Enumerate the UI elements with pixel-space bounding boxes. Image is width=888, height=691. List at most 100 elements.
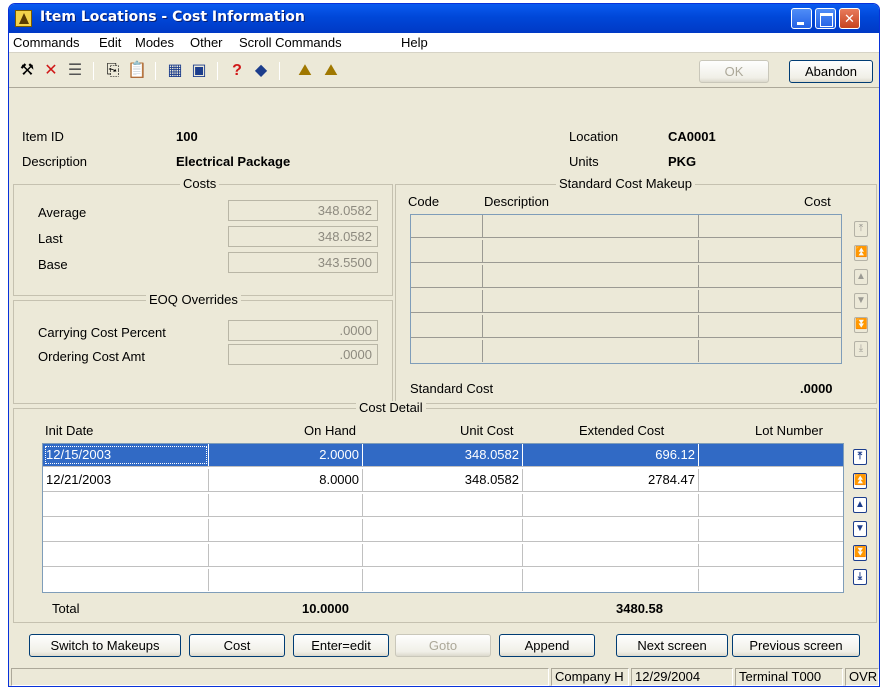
line-down-icon[interactable]: ▼ <box>854 293 868 309</box>
page-up-icon[interactable]: ⏫ <box>853 473 867 489</box>
extended-cost-cell[interactable]: 696.12 <box>523 444 699 466</box>
total-label: Total <box>52 601 80 616</box>
calculator-icon[interactable]: ▦ <box>165 61 185 81</box>
copy-icon[interactable]: ⎘ <box>103 61 123 81</box>
eoq-overrides-group: EOQ Overrides Carrying Cost Percent .000… <box>13 293 393 404</box>
table-row[interactable] <box>411 240 841 263</box>
wizard-icon[interactable]: ⛰ <box>295 61 315 81</box>
menu-commands[interactable]: Commands <box>13 35 79 50</box>
average-field[interactable]: 348.0582 <box>228 200 378 221</box>
code-column-header: Code <box>408 194 440 209</box>
table-row[interactable]: 12/21/2003 8.0000 348.0582 2784.47 <box>43 469 843 492</box>
app-icon[interactable] <box>15 10 32 27</box>
on-hand-cell[interactable]: 2.0000 <box>209 444 363 466</box>
lot-number-cell[interactable] <box>699 444 843 466</box>
table-row[interactable] <box>43 519 843 542</box>
cost-detail-title: Cost Detail <box>356 401 426 415</box>
menu-edit[interactable]: Edit <box>99 35 121 50</box>
book-icon[interactable]: ◆ <box>251 61 271 81</box>
scroll-top-icon[interactable]: ⤒ <box>854 221 868 237</box>
toolbar: ⚒ ✕ ☰ ⎘ 📋 ▦ ▣ ? ◆ ⛰ ⛰ OK Abandon <box>9 54 879 88</box>
table-row[interactable] <box>43 494 843 517</box>
toolbar-separator <box>217 62 218 80</box>
carrying-cost-field[interactable]: .0000 <box>228 320 378 341</box>
table-row[interactable] <box>411 215 841 238</box>
scroll-bottom-icon[interactable]: ⤓ <box>853 569 867 585</box>
carrying-cost-label: Carrying Cost Percent <box>38 325 166 340</box>
ordering-cost-label: Ordering Cost Amt <box>38 349 145 364</box>
description-label: Description <box>22 154 88 169</box>
init-date-cell[interactable]: 12/15/2003 <box>43 444 209 466</box>
switch-to-makeups-button[interactable]: Switch to Makeups <box>29 634 181 657</box>
status-bar: Company H 12/29/2004 Terminal T000 OVR <box>9 666 879 686</box>
line-up-icon[interactable]: ▲ <box>853 497 867 513</box>
standard-cost-label: Standard Cost <box>410 381 494 396</box>
base-label: Base <box>38 257 68 272</box>
table-row[interactable] <box>411 315 841 338</box>
table-row[interactable]: 12/15/2003 2.0000 348.0582 696.12 <box>43 444 843 467</box>
last-label: Last <box>38 231 63 246</box>
lot-number-cell[interactable] <box>699 469 843 491</box>
ok-button[interactable]: OK <box>699 60 769 83</box>
base-field[interactable]: 343.5500 <box>228 252 378 273</box>
init-date-cell[interactable]: 12/21/2003 <box>43 469 209 491</box>
title-bar[interactable]: Item Locations - Cost Information ✕ <box>9 4 879 33</box>
app-window: Item Locations - Cost Information ✕ Comm… <box>8 3 880 687</box>
calendar-icon[interactable]: ▣ <box>189 61 209 81</box>
enter-edit-button[interactable]: Enter=edit <box>293 634 389 657</box>
status-message <box>11 668 549 686</box>
table-row[interactable] <box>43 569 843 592</box>
on-hand-column-header: On Hand <box>304 423 357 438</box>
menu-modes[interactable]: Modes <box>135 35 174 50</box>
delete-icon[interactable]: ✕ <box>41 61 61 81</box>
page-down-icon[interactable]: ⏬ <box>854 317 868 333</box>
list-icon[interactable]: ☰ <box>65 61 85 81</box>
description-value: Electrical Package <box>176 154 291 169</box>
cost-column-header: Cost <box>804 194 831 209</box>
cost-detail-grid[interactable]: 12/15/2003 2.0000 348.0582 696.12 12/21/… <box>42 443 844 593</box>
status-mode: OVR <box>845 668 879 686</box>
page-down-icon[interactable]: ⏬ <box>853 545 867 561</box>
wizard-alt-icon[interactable]: ⛰ <box>321 61 341 81</box>
standard-cost-makeup-grid[interactable] <box>410 214 842 364</box>
standard-cost-makeup-group: Standard Cost Makeup Code Description Co… <box>395 177 877 404</box>
table-row[interactable] <box>411 340 841 363</box>
toolbar-separator <box>279 62 280 80</box>
menu-other[interactable]: Other <box>190 35 223 50</box>
location-value: CA0001 <box>668 129 716 144</box>
extended-cost-column-header: Extended Cost <box>579 423 665 438</box>
lot-number-column-header: Lot Number <box>755 423 823 438</box>
tools-icon[interactable]: ⚒ <box>17 61 37 81</box>
table-row[interactable] <box>411 265 841 288</box>
line-down-icon[interactable]: ▼ <box>853 521 867 537</box>
cost-button[interactable]: Cost <box>189 634 285 657</box>
help-icon[interactable]: ? <box>227 61 247 81</box>
description-column-header: Description <box>484 194 550 209</box>
paste-icon[interactable]: 📋 <box>127 61 147 81</box>
page-up-icon[interactable]: ⏫ <box>854 245 868 261</box>
table-row[interactable] <box>43 544 843 567</box>
abandon-button[interactable]: Abandon <box>789 60 873 83</box>
location-label: Location <box>569 129 619 144</box>
append-button[interactable]: Append <box>499 634 595 657</box>
unit-cost-cell[interactable]: 348.0582 <box>363 469 523 491</box>
total-on-hand: 10.0000 <box>302 601 349 616</box>
on-hand-cell[interactable]: 8.0000 <box>209 469 363 491</box>
next-screen-button[interactable]: Next screen <box>616 634 728 657</box>
table-row[interactable] <box>411 290 841 313</box>
scroll-top-icon[interactable]: ⤒ <box>853 449 867 465</box>
minimize-button[interactable] <box>791 8 812 29</box>
unit-cost-cell[interactable]: 348.0582 <box>363 444 523 466</box>
close-button[interactable]: ✕ <box>839 8 860 29</box>
extended-cost-cell[interactable]: 2784.47 <box>523 469 699 491</box>
goto-button[interactable]: Goto <box>395 634 491 657</box>
last-field[interactable]: 348.0582 <box>228 226 378 247</box>
previous-screen-button[interactable]: Previous screen <box>732 634 860 657</box>
menu-scroll-commands[interactable]: Scroll Commands <box>239 35 342 50</box>
maximize-button[interactable] <box>815 8 836 29</box>
menu-help[interactable]: Help <box>401 35 428 50</box>
ordering-cost-field[interactable]: .0000 <box>228 344 378 365</box>
standard-cost-value: .0000 <box>800 381 833 396</box>
line-up-icon[interactable]: ▲ <box>854 269 868 285</box>
scroll-bottom-icon[interactable]: ⤓ <box>854 341 868 357</box>
